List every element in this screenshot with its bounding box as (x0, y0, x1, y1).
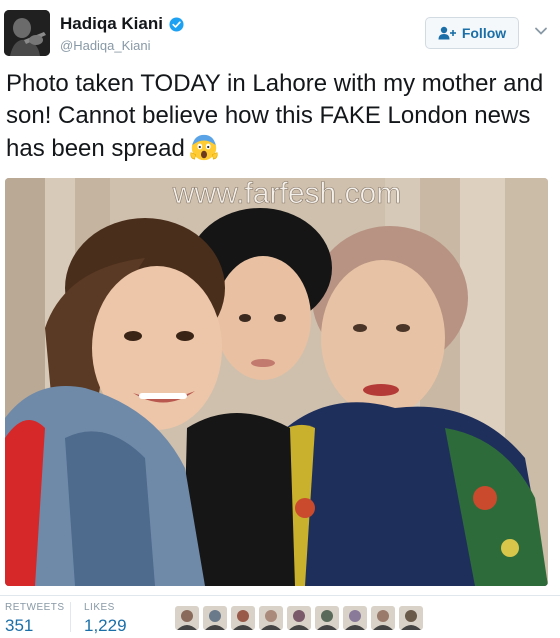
user-handle[interactable]: @Hadiqa_Kiani (60, 38, 184, 53)
avatar-image (4, 10, 50, 56)
liker-avatar[interactable] (399, 606, 423, 630)
stat-divider (70, 602, 71, 632)
retweets-label: RETWEETS (5, 602, 65, 613)
chevron-down-icon[interactable] (534, 24, 548, 38)
display-name[interactable]: Hadiqa Kiani (60, 14, 163, 34)
follow-button[interactable]: Follow (425, 17, 519, 49)
liker-avatar[interactable] (287, 606, 311, 630)
liker-avatar[interactable] (175, 606, 199, 630)
likes-count: 1,229 (84, 616, 127, 635)
photo-watermark: www.farfesh.com (172, 178, 401, 210)
selfie-photo: www.farfesh.com (5, 178, 548, 586)
tweet-text: Photo taken TODAY in Lahore with my moth… (6, 68, 556, 165)
liker-avatar[interactable] (203, 606, 227, 630)
tweet-photo[interactable]: www.farfesh.com (5, 178, 548, 586)
liker-avatar[interactable] (259, 606, 283, 630)
tweet-body: Photo taken TODAY in Lahore with my moth… (6, 70, 544, 162)
avatar[interactable] (4, 10, 50, 56)
likes-stat[interactable]: LIKES 1,229 (84, 602, 127, 636)
tweet-stats: RETWEETS 351 LIKES 1,229 (0, 595, 560, 638)
liker-avatar[interactable] (343, 606, 367, 630)
liker-avatar[interactable] (231, 606, 255, 630)
screaming-face-icon (190, 134, 218, 161)
verified-icon (169, 16, 184, 32)
likes-label: LIKES (84, 602, 115, 613)
user-info: Hadiqa Kiani @Hadiqa_Kiani (60, 14, 184, 53)
retweets-stat[interactable]: RETWEETS 351 (5, 602, 65, 636)
retweets-count: 351 (5, 616, 34, 635)
liker-avatar[interactable] (315, 606, 339, 630)
follow-label: Follow (461, 25, 507, 41)
liker-avatar[interactable] (371, 606, 395, 630)
tweet-header: Hadiqa Kiani @Hadiqa_Kiani Follow (0, 0, 560, 64)
add-user-icon (438, 26, 456, 40)
